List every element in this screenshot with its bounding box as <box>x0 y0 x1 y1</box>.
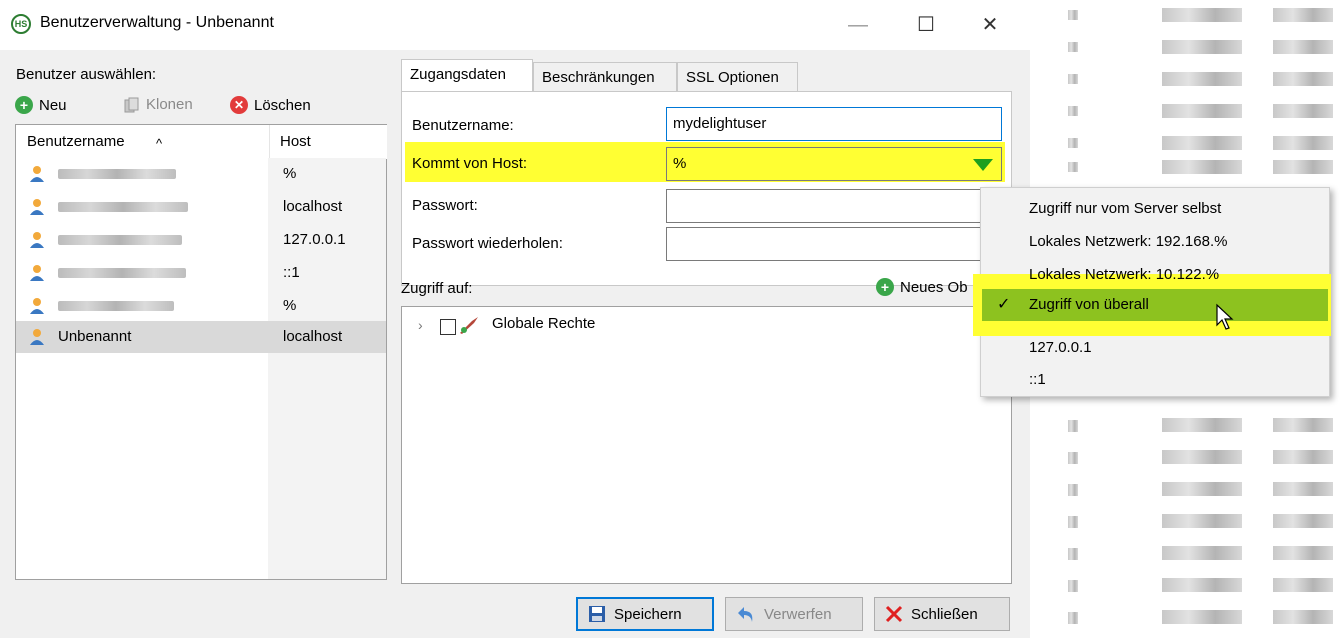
dropdown-item[interactable]: Zugriff nur vom Server selbst <box>1029 192 1221 226</box>
privileges-tree[interactable]: › Globale Rechte <box>401 306 1012 584</box>
user-icon <box>30 232 44 248</box>
expand-chevron-icon[interactable]: › <box>418 317 423 333</box>
dropdown-item-selected[interactable]: Zugriff von überall <box>1029 288 1149 322</box>
host-combobox-value: % <box>673 155 687 172</box>
delete-user-label: Löschen <box>254 96 311 114</box>
checkmark-icon: ✓ <box>997 296 1011 313</box>
close-window-button[interactable]: ✕ <box>970 10 1010 40</box>
host-cell: 127.0.0.1 <box>283 231 346 248</box>
dropdown-item[interactable]: 127.0.0.1 <box>1029 331 1092 365</box>
delete-user-button[interactable]: ✕ Löschen <box>230 96 311 114</box>
app-logo-icon: HS <box>11 14 31 34</box>
table-row[interactable]: localhost <box>16 191 386 223</box>
host-combobox[interactable]: % <box>666 147 1002 181</box>
plus-icon: + <box>15 96 33 114</box>
column-header-username[interactable]: Benutzername ^ <box>16 125 268 159</box>
blurred-username <box>58 169 176 179</box>
table-row[interactable]: 127.0.0.1 <box>16 224 386 256</box>
maximize-button[interactable]: ☐ <box>906 10 946 40</box>
close-label: Schließen <box>911 605 978 623</box>
host-label: Kommt von Host: <box>412 155 528 172</box>
host-cell: ::1 <box>283 264 300 281</box>
save-button[interactable]: Speichern <box>576 597 714 631</box>
dropdown-item[interactable]: Lokales Netzwerk: 192.168.% <box>1029 225 1227 259</box>
dropdown-item[interactable]: ::1 <box>1029 363 1046 397</box>
blurred-username <box>58 202 188 212</box>
plus-icon: + <box>876 278 894 296</box>
table-row[interactable]: ::1 <box>16 257 386 289</box>
table-row[interactable]: % <box>16 158 386 190</box>
user-icon <box>30 166 44 182</box>
close-button[interactable]: Schließen <box>874 597 1010 631</box>
delete-icon: ✕ <box>230 96 248 114</box>
mouse-cursor-icon <box>1216 303 1234 330</box>
clone-user-button[interactable]: Klonen <box>124 96 193 113</box>
select-user-heading: Benutzer auswählen: <box>16 66 157 83</box>
sort-ascending-icon: ^ <box>156 136 163 151</box>
blurred-username <box>58 301 174 311</box>
tab-ssl-optionen[interactable]: SSL Optionen <box>677 62 798 92</box>
password-repeat-label: Passwort wiederholen: <box>412 235 563 252</box>
discard-label: Verwerfen <box>764 605 832 623</box>
privilege-icon <box>460 317 478 334</box>
access-label: Zugriff auf: <box>401 280 473 297</box>
password-label: Passwort: <box>412 197 478 214</box>
discard-button[interactable]: Verwerfen <box>725 597 863 631</box>
username-cell: Unbenannt <box>58 328 132 345</box>
clone-user-label: Klonen <box>146 96 193 113</box>
table-row-selected[interactable]: Unbenannt localhost <box>16 321 386 353</box>
new-object-button[interactable]: + Neues Ob <box>876 278 968 296</box>
tree-item-global-privileges[interactable]: Globale Rechte <box>492 315 595 332</box>
column-header-username-label: Benutzername <box>27 133 125 150</box>
password-repeat-field[interactable] <box>666 227 1002 261</box>
new-user-button[interactable]: + Neu <box>15 96 67 114</box>
dropdown-arrow-icon[interactable] <box>973 159 993 171</box>
blurred-username <box>58 268 186 278</box>
blurred-username <box>58 235 182 245</box>
new-user-label: Neu <box>39 96 67 114</box>
clone-icon <box>124 97 140 113</box>
table-row[interactable]: % <box>16 290 386 322</box>
undo-icon <box>738 607 753 622</box>
user-icon <box>30 298 44 314</box>
user-manager-window: HS Benutzerverwaltung - Unbenannt — ☐ ✕ … <box>0 0 1030 638</box>
host-cell: % <box>283 297 297 314</box>
tab-zugangsdaten[interactable]: Zugangsdaten <box>401 59 533 91</box>
column-header-host-label: Host <box>280 133 311 150</box>
close-x-icon <box>885 605 903 623</box>
username-label: Benutzername: <box>412 117 514 134</box>
host-cell: % <box>283 165 297 182</box>
checkbox-icon[interactable] <box>440 319 456 335</box>
column-header-host[interactable]: Host <box>269 125 387 159</box>
password-field[interactable] <box>666 189 1002 223</box>
host-cell: localhost <box>283 328 343 345</box>
save-icon <box>589 606 605 622</box>
save-label: Speichern <box>614 605 682 623</box>
user-icon <box>30 265 44 281</box>
username-field[interactable]: mydelightuser <box>666 107 1002 141</box>
tab-beschraenkungen[interactable]: Beschränkungen <box>533 62 677 92</box>
user-icon <box>30 199 44 215</box>
window-title: Benutzerverwaltung - Unbenannt <box>40 14 274 31</box>
host-dropdown-menu[interactable]: Zugriff nur vom Server selbst Lokales Ne… <box>973 187 1331 397</box>
host-cell: localhost <box>283 198 343 215</box>
title-bar: HS Benutzerverwaltung - Unbenannt — ☐ ✕ <box>0 0 1030 50</box>
new-object-label: Neues Ob <box>900 278 968 296</box>
dropdown-item[interactable]: Lokales Netzwerk: 10.122.% <box>1029 258 1219 292</box>
user-icon <box>30 329 44 345</box>
minimize-button[interactable]: — <box>838 10 878 40</box>
